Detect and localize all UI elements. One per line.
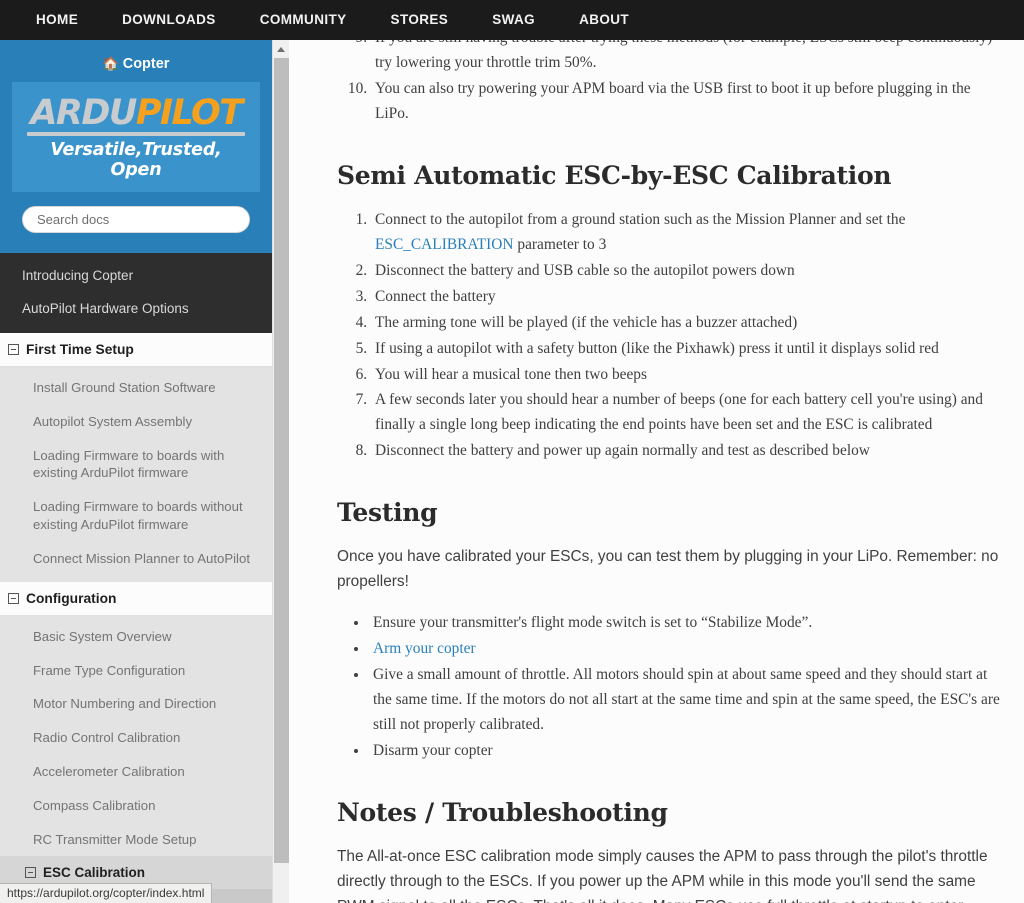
sidebar-item-accelerometer-calibration[interactable]: Accelerometer Calibration (0, 755, 272, 789)
collapse-icon[interactable] (8, 592, 19, 604)
nav-item-stores[interactable]: STORES (369, 0, 471, 40)
nav-item-community[interactable]: COMMUNITY (238, 0, 369, 40)
list-item: Disarm your copter (369, 739, 1002, 764)
list-item: If using a autopilot with a safety butto… (371, 337, 1002, 362)
sidebar-item-autopilot-system-assembly[interactable]: Autopilot System Assembly (0, 405, 272, 439)
home-icon: 🏠 (102, 56, 119, 71)
sidebar-item-frame-type-configuration[interactable]: Frame Type Configuration (0, 654, 272, 688)
search-input[interactable] (22, 206, 250, 233)
list-item: You can also try powering your APM board… (371, 77, 1002, 127)
arm-your-copter-link[interactable]: Arm your copter (373, 640, 476, 657)
esc-calibration-parameter-link[interactable]: ESC_CALIBRATION (375, 236, 514, 253)
sidebar-item-loading-firmware-without-existing[interactable]: Loading Firmware to boards without exist… (0, 490, 272, 542)
semi-auto-steps-list: Connect to the autopilot from a ground s… (337, 208, 1002, 465)
scroll-up-arrow-icon[interactable] (273, 40, 290, 57)
list-item: Ensure your transmitter's flight mode sw… (369, 611, 1002, 636)
step-text-pre: Connect to the autopilot from a ground s… (375, 210, 906, 228)
sidebar-home-label: Copter (122, 56, 170, 72)
sidebar-item-compass-calibration[interactable]: Compass Calibration (0, 789, 272, 823)
list-item: Disconnect the battery and USB cable so … (371, 259, 1002, 284)
search-container (12, 192, 260, 237)
scrollbar-thumb[interactable] (274, 58, 289, 863)
nav-item-swag[interactable]: SWAG (470, 0, 557, 40)
collapse-icon[interactable] (25, 867, 36, 879)
list-item: If you are still having trouble after tr… (371, 40, 1002, 76)
nav-item-downloads[interactable]: DOWNLOADS (100, 0, 238, 40)
list-item: A few seconds later you should hear a nu… (371, 388, 1002, 438)
list-item: The arming tone will be played (if the v… (371, 311, 1002, 336)
sidebar-item-first-time-setup[interactable]: First Time Setup (0, 333, 272, 367)
sidebar-scrollbar[interactable] (272, 40, 290, 903)
sidebar-item-connect-mission-planner[interactable]: Connect Mission Planner to AutoPilot (0, 542, 272, 576)
logo-tagline: Versatile,Trusted, Open (50, 140, 222, 180)
logo-text-ardu: ARDU (30, 93, 137, 133)
sidebar-item-label: Configuration (26, 590, 117, 606)
list-item: Connect the battery (371, 285, 1002, 310)
sidebar-item-radio-control-calibration[interactable]: Radio Control Calibration (0, 721, 272, 755)
sidebar-item-loading-firmware-with-existing[interactable]: Loading Firmware to boards with existing… (0, 439, 272, 491)
sidebar-item-basic-system-overview[interactable]: Basic System Overview (0, 620, 272, 654)
collapse-icon[interactable] (8, 344, 19, 355)
sidebar-home-link[interactable]: 🏠 Copter (12, 50, 260, 82)
sidebar-item-configuration[interactable]: Configuration (0, 581, 272, 616)
step-text-post: parameter to 3 (513, 235, 607, 253)
logo-text-pilot: PILOT (135, 93, 243, 133)
continued-numbered-list: If you are still having trouble after tr… (337, 40, 1002, 127)
nav-item-home[interactable]: HOME (14, 0, 100, 40)
sidebar-item-motor-numbering-and-direction[interactable]: Motor Numbering and Direction (0, 687, 272, 721)
testing-bullet-list: Ensure your transmitter's flight mode sw… (337, 611, 1002, 764)
list-item: Disconnect the battery and power up agai… (371, 439, 1002, 464)
sidebar: 🏠 Copter ARDUPILOT Versatile,Trusted, Ope… (0, 40, 272, 903)
sidebar-item-label: First Time Setup (26, 342, 134, 357)
sidebar-item-install-ground-station-software[interactable]: Install Ground Station Software (0, 371, 272, 405)
sidebar-item-autopilot-hardware-options[interactable]: AutoPilot Hardware Options (0, 292, 272, 325)
list-item: Give a small amount of throttle. All mot… (369, 663, 1002, 738)
heading-semi-automatic-esc-calibration: Semi Automatic ESC-by-ESC Calibration (337, 160, 892, 190)
heading-testing: Testing (337, 498, 438, 528)
list-item-arm-copter: Arm your copter (369, 637, 1002, 662)
sidebar-dark-section: Introducing Copter AutoPilot Hardware Op… (0, 253, 272, 333)
testing-paragraph: Once you have calibrated your ESCs, you … (337, 548, 999, 591)
main-content: If you are still having trouble after tr… (289, 40, 1024, 903)
sidebar-item-rc-transmitter-mode-setup[interactable]: RC Transmitter Mode Setup (0, 823, 272, 857)
list-item-step-1: Connect to the autopilot from a ground s… (371, 208, 1002, 258)
nav-item-about[interactable]: ABOUT (557, 0, 651, 40)
sidebar-first-time-setup-children: Install Ground Station Software Autopilo… (0, 367, 272, 582)
top-navigation-bar: HOME DOWNLOADS COMMUNITY STORES SWAG ABO… (0, 0, 1024, 40)
sidebar-brand-section: 🏠 Copter ARDUPILOT Versatile,Trusted, Ope… (0, 40, 272, 253)
status-bar-url-tooltip: https://ardupilot.org/copter/index.html (0, 883, 213, 903)
sidebar-configuration-children: Basic System Overview Frame Type Configu… (0, 615, 272, 903)
heading-notes-troubleshooting: Notes / Troubleshooting (337, 797, 668, 827)
list-item: You will hear a musical tone then two be… (371, 363, 1002, 388)
sidebar-item-label: ESC Calibration (43, 865, 146, 881)
notes-paragraph: The All-at-once ESC calibration mode sim… (337, 847, 988, 903)
sidebar-item-introducing-copter[interactable]: Introducing Copter (0, 259, 272, 292)
ardupilot-logo[interactable]: ARDUPILOT Versatile,Trusted, Open (12, 82, 260, 192)
